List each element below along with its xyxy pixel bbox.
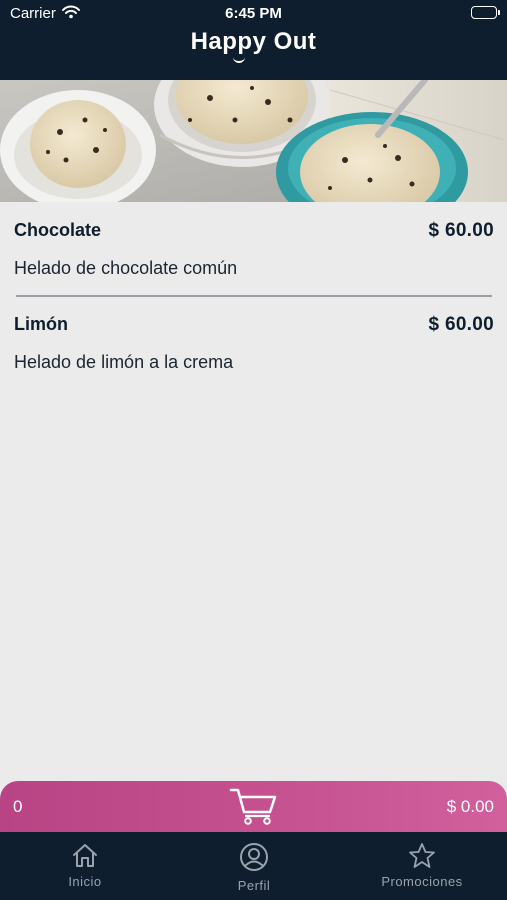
shopping-cart-icon[interactable]	[229, 786, 279, 831]
tab-label: Inicio	[68, 874, 102, 889]
logo-smile-mark	[233, 57, 245, 63]
home-icon	[71, 842, 99, 873]
product-name: Limón	[14, 314, 68, 334]
status-bar: Carrier 6:45 PM	[0, 0, 507, 28]
tab-bar: Inicio Perfil Promociones	[0, 832, 507, 900]
cart-bar[interactable]: 0 $ 0.00	[0, 781, 507, 832]
brand-logo: Happy Out	[190, 28, 317, 55]
product-item-limon[interactable]: Limón $ 60.00 Helado de limón a la crema	[0, 296, 507, 390]
product-description: Helado de chocolate común	[14, 258, 238, 278]
hero-image	[0, 80, 507, 202]
tab-promociones[interactable]: Promociones	[362, 832, 482, 900]
product-list: Chocolate $ 60.00 Helado de chocolate co…	[0, 202, 507, 390]
product-name: Chocolate	[14, 220, 102, 240]
header-bar: Happy Out	[0, 28, 507, 80]
cart-item-count: 0	[13, 797, 23, 816]
tab-inicio[interactable]: Inicio	[35, 832, 135, 900]
battery-icon	[471, 6, 500, 19]
star-icon	[408, 842, 436, 874]
tab-label: Perfil	[237, 878, 271, 893]
product-description: Helado de limón a la crema	[14, 352, 234, 372]
tab-label: Promociones	[381, 874, 463, 889]
product-item-chocolate[interactable]: Chocolate $ 60.00 Helado de chocolate co…	[0, 202, 507, 297]
user-circle-icon	[239, 842, 269, 877]
product-price: $ 60.00	[428, 220, 494, 241]
cart-total: $ 0.00	[446, 797, 494, 816]
tab-perfil[interactable]: Perfil	[204, 832, 304, 900]
status-time: 6:45 PM	[225, 5, 282, 22]
product-price: $ 60.00	[428, 314, 494, 335]
